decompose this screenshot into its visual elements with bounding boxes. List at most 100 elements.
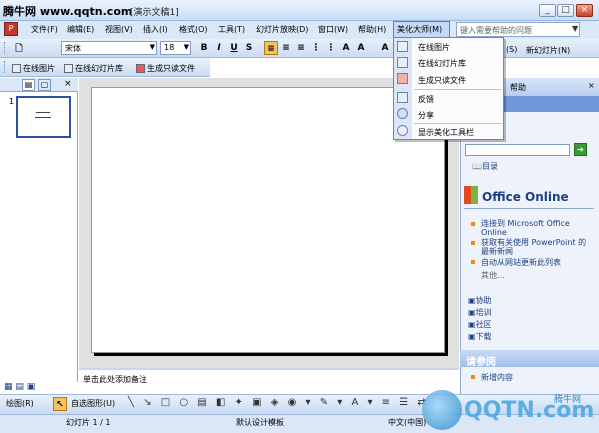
- new-slide-button[interactable]: 新幻灯片(N): [526, 45, 570, 56]
- online-image-button[interactable]: 在线图片: [12, 63, 55, 74]
- share-icon: [397, 108, 408, 119]
- shadow-button[interactable]: S: [242, 41, 256, 55]
- contents-link[interactable]: 📖目录: [472, 161, 498, 172]
- font-size-select[interactable]: 18 ▼: [160, 41, 191, 55]
- menu-file[interactable]: 文件(F): [31, 24, 58, 35]
- bold-button[interactable]: B: [197, 41, 211, 55]
- italic-button[interactable]: I: [212, 41, 226, 55]
- see-also-header: 请参阅: [460, 350, 599, 368]
- divider: [414, 123, 502, 124]
- link-more[interactable]: 其他...: [481, 270, 505, 281]
- item-training[interactable]: ▣培训: [468, 307, 492, 318]
- slide-design-button-label[interactable]: (S): [506, 45, 517, 54]
- status-slide-count: 幻灯片 1 / 1: [66, 418, 111, 427]
- watermark-logo: QQTN.com 腾牛网: [420, 388, 599, 433]
- online-image-label: 在线图片: [23, 64, 55, 73]
- menu-beautify-master[interactable]: 美化大师(M): [397, 24, 442, 35]
- office-online-title: Office Online: [482, 190, 569, 204]
- help-dropdown-arrow-icon[interactable]: ▼: [572, 24, 578, 33]
- bulleted-list-button[interactable]: ⋮: [324, 41, 338, 55]
- dropdown-readonly[interactable]: 生成只读文件: [418, 75, 466, 86]
- dropdown-share[interactable]: 分享: [418, 110, 434, 121]
- autoshapes-button[interactable]: 自选图形(U): [71, 398, 115, 409]
- slide-canvas[interactable]: [91, 87, 445, 353]
- readonly-file-button[interactable]: 生成只读文件: [136, 63, 195, 74]
- help-search-field[interactable]: [465, 144, 570, 156]
- align-left-button[interactable]: ≡: [264, 41, 278, 55]
- notes-pane[interactable]: 单击此处添加备注: [79, 368, 459, 390]
- menu-tools[interactable]: 工具(T): [218, 24, 245, 35]
- menu-insert[interactable]: 插入(I): [143, 24, 168, 35]
- select-objects-icon[interactable]: ↖: [53, 397, 67, 411]
- slides-icon: [397, 57, 408, 68]
- online-slides-label: 在线幻灯片库: [75, 64, 123, 73]
- increase-font-button[interactable]: A: [339, 41, 353, 55]
- link-whats-new[interactable]: 新增内容: [481, 372, 513, 383]
- lock-file-icon: [397, 73, 408, 84]
- image-icon: [12, 64, 21, 73]
- divider: [464, 208, 594, 209]
- divider: [414, 89, 502, 90]
- menu-window[interactable]: 窗口(W): [318, 24, 348, 35]
- menu-help[interactable]: 帮助(H): [358, 24, 386, 35]
- chevron-down-icon: ▼: [183, 43, 189, 51]
- thumb-subtitle-line: [35, 117, 51, 118]
- link-auto-update[interactable]: 自动从网站更新此列表: [481, 257, 561, 268]
- readonly-file-label: 生成只读文件: [147, 64, 195, 73]
- decrease-font-button[interactable]: A: [354, 41, 368, 55]
- powerpoint-app-icon[interactable]: P: [4, 22, 18, 36]
- align-right-button[interactable]: ≡: [294, 41, 308, 55]
- assist-icon: ▣: [468, 296, 476, 305]
- font-color-icon[interactable]: A: [378, 41, 392, 55]
- menu-view[interactable]: 视图(V): [105, 24, 133, 35]
- close-pane-icon[interactable]: ×: [64, 79, 72, 89]
- chevron-down-icon: ▼: [149, 43, 155, 51]
- link-latest-news[interactable]: 获取有关使用 PowerPoint 的最新新闻: [481, 238, 593, 256]
- align-center-button[interactable]: ≡: [279, 41, 293, 55]
- training-icon: ▣: [468, 308, 476, 317]
- watermark-text: 腾牛网 www.qqtn.com: [3, 5, 133, 18]
- item-community[interactable]: ▣社区: [468, 319, 492, 330]
- dropdown-feedback[interactable]: 反馈: [418, 94, 434, 105]
- outline-tab[interactable]: ▤: [22, 79, 35, 91]
- task-pane-close-icon[interactable]: ×: [588, 81, 595, 90]
- minimize-button[interactable]: _: [539, 4, 556, 17]
- close-button[interactable]: ×: [576, 4, 593, 17]
- download-icon: ▣: [468, 332, 476, 341]
- draw-menu-button[interactable]: 绘图(R): [6, 398, 34, 409]
- feedback-icon: [397, 92, 408, 103]
- underline-button[interactable]: U: [227, 41, 241, 55]
- eye-icon: [397, 125, 408, 136]
- new-document-icon[interactable]: 🗋: [12, 42, 26, 56]
- lock-file-icon: [136, 64, 145, 73]
- view-buttons[interactable]: ▦ ▤ ▣: [4, 382, 35, 392]
- menu-edit[interactable]: 编辑(E): [67, 24, 94, 35]
- font-size-value: 18: [164, 43, 175, 52]
- item-assist[interactable]: ▣协助: [468, 295, 492, 306]
- task-pane-title: 帮助: [510, 83, 526, 92]
- menu-slideshow[interactable]: 幻灯片放映(D): [256, 24, 308, 35]
- toolbar-grip: [4, 61, 7, 73]
- slides-tab[interactable]: ▢: [38, 79, 51, 91]
- search-go-icon[interactable]: ➜: [574, 143, 587, 156]
- menu-format[interactable]: 格式(O): [179, 24, 208, 35]
- item-download[interactable]: ▣下载: [468, 331, 492, 342]
- dropdown-show-toolbar[interactable]: 显示美化工具栏: [418, 127, 474, 138]
- dropdown-online-image[interactable]: 在线图片: [418, 42, 450, 53]
- bullet-icon: [471, 260, 475, 264]
- toolbar-grip: [4, 42, 7, 54]
- online-slides-button[interactable]: 在线幻灯片库: [64, 63, 123, 74]
- link-connect-office-online[interactable]: 连接到 Microsoft Office Online: [481, 219, 593, 237]
- font-name-select[interactable]: 宋体 ▼: [61, 41, 157, 55]
- help-search-input[interactable]: 键入需要帮助的问题: [456, 22, 580, 37]
- dropdown-icon-gutter: [394, 38, 412, 139]
- office-logo-icon: [464, 186, 478, 204]
- bullet-icon: [471, 222, 475, 226]
- restore-button[interactable]: □: [557, 4, 574, 17]
- numbered-list-button[interactable]: ⋮: [309, 41, 323, 55]
- drawing-tools-icons[interactable]: ╲ ↘ □ ○ ▤ ◧ ✦ ▣ ◈ ◉ ▾ ✎ ▾ A ▾ ≡ ☰ ⇄: [128, 397, 429, 408]
- image-icon: [397, 41, 408, 52]
- slide-number: 1: [9, 97, 15, 106]
- dropdown-online-slides[interactable]: 在线幻灯片库: [418, 58, 466, 69]
- slide-thumbnail[interactable]: [16, 96, 71, 138]
